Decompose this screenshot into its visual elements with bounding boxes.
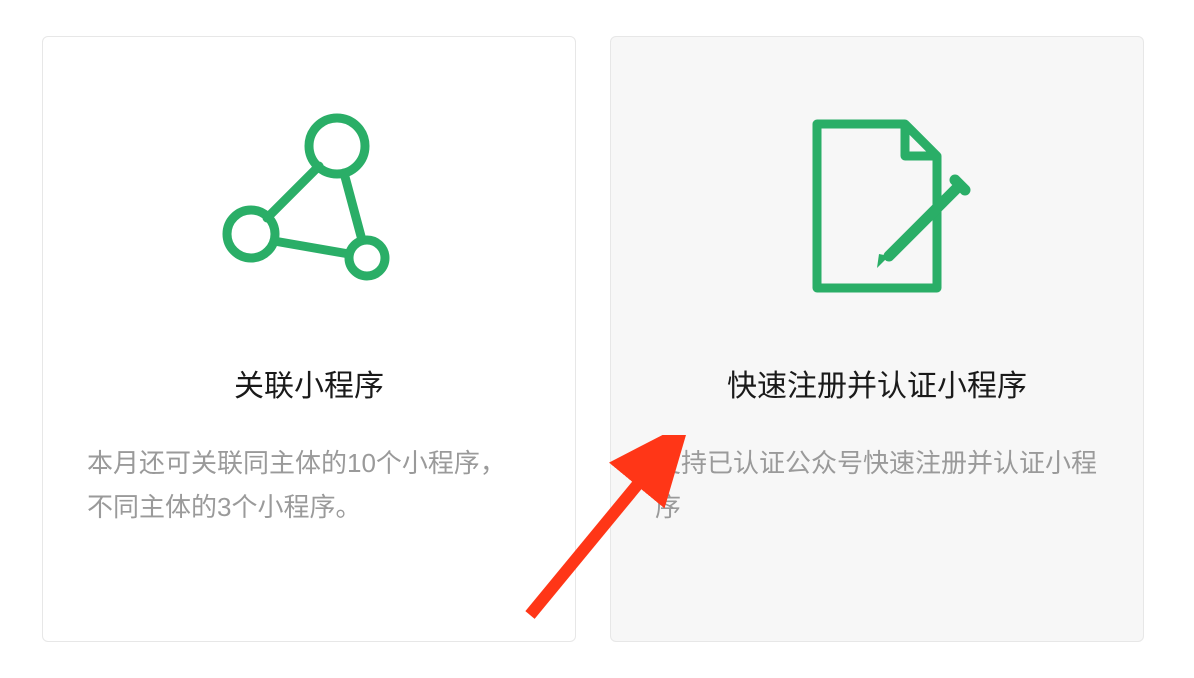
cards-container: 关联小程序 本月还可关联同主体的10个小程序，不同主体的3个小程序。 快速注册并…: [0, 0, 1194, 678]
card-description: 本月还可关联同主体的10个小程序，不同主体的3个小程序。: [87, 441, 531, 529]
card-title: 快速注册并认证小程序: [727, 361, 1027, 405]
card-description: 支持已认证公众号快速注册并认证小程序: [655, 441, 1099, 529]
card-quick-register[interactable]: 快速注册并认证小程序 支持已认证公众号快速注册并认证小程序: [610, 36, 1144, 642]
network-graph-icon: [209, 91, 409, 321]
document-edit-icon: [777, 91, 977, 321]
card-link-miniprogram[interactable]: 关联小程序 本月还可关联同主体的10个小程序，不同主体的3个小程序。: [42, 36, 576, 642]
card-title: 关联小程序: [234, 361, 384, 405]
